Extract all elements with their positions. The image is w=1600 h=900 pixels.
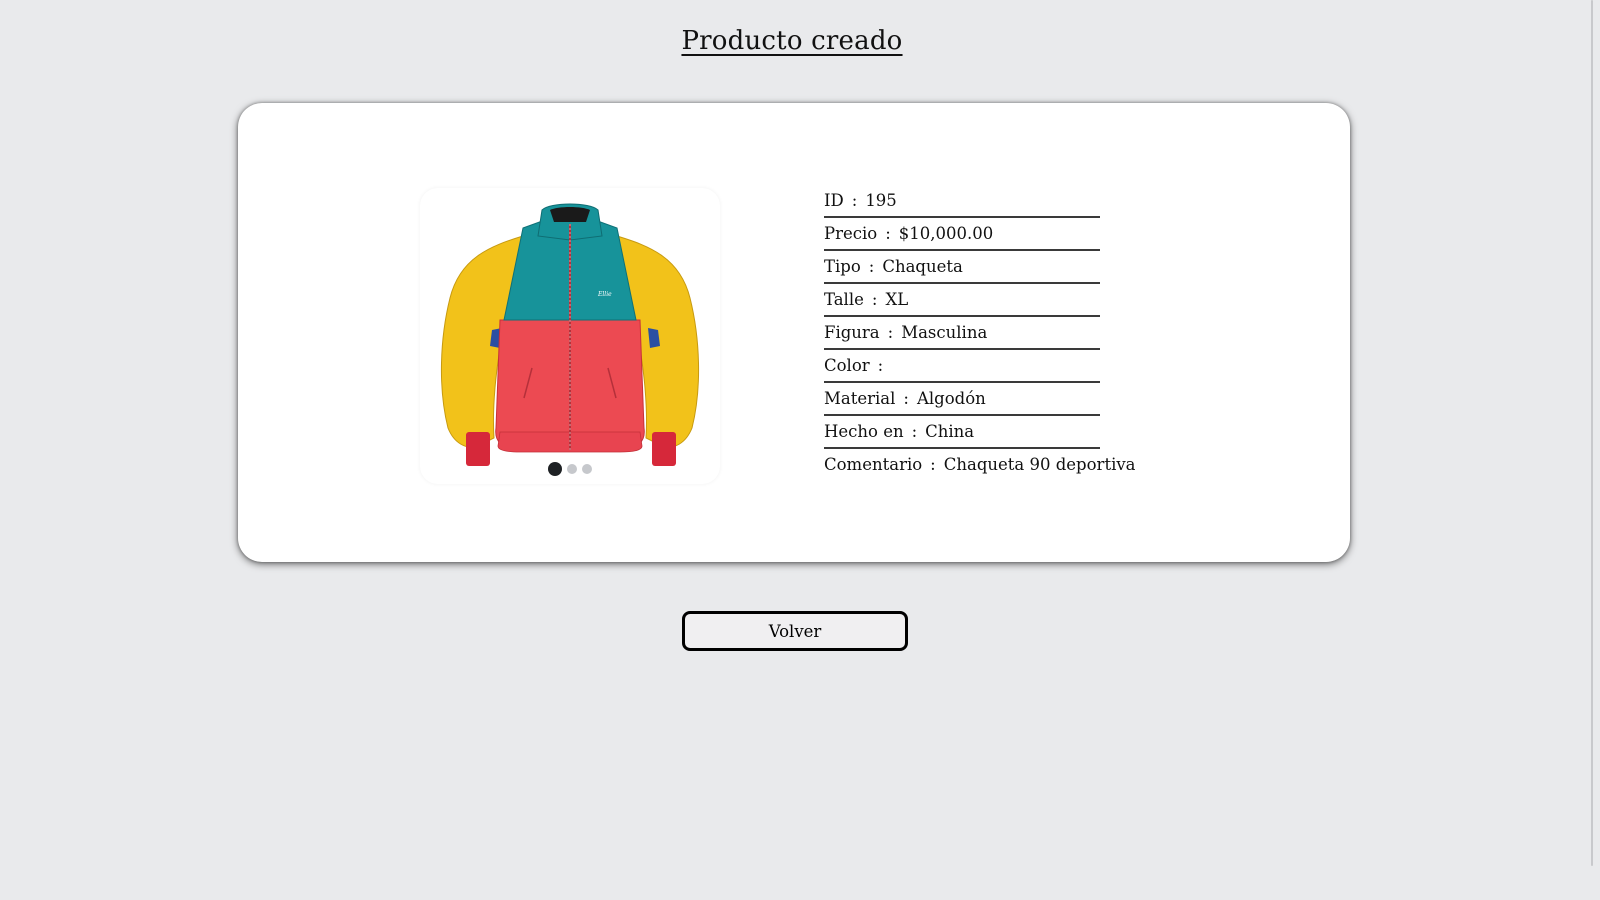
detail-separator: : xyxy=(871,290,878,309)
detail-row-color: Color: xyxy=(824,350,1100,383)
detail-separator: : xyxy=(903,389,909,408)
detail-row-tipo: Tipo: Chaqueta xyxy=(824,251,1100,284)
vertical-scrollbar[interactable] xyxy=(1584,0,1600,900)
detail-row-hecho-en: Hecho en: China xyxy=(824,416,1100,449)
detail-label: ID xyxy=(824,191,844,210)
detail-label: Talle xyxy=(824,290,864,309)
svg-text:Ellie: Ellie xyxy=(597,291,612,298)
detail-separator: : xyxy=(877,356,884,375)
detail-label: Material xyxy=(824,389,896,408)
detail-value: Algodón xyxy=(916,389,986,408)
detail-value: Chaqueta 90 deportiva xyxy=(943,455,1136,474)
detail-separator: : xyxy=(868,257,875,276)
detail-row-figura: Figura: Masculina xyxy=(824,317,1100,350)
detail-label: Tipo xyxy=(824,257,861,276)
detail-value: Masculina xyxy=(901,323,988,342)
detail-row-material: Material: Algodón xyxy=(824,383,1100,416)
detail-value: $10,000.00 xyxy=(898,224,994,243)
carousel-dot-3[interactable] xyxy=(582,464,592,474)
carousel-indicators xyxy=(420,462,720,476)
jacket-image: Ellie xyxy=(440,203,700,466)
detail-separator: : xyxy=(885,224,891,243)
detail-label: Precio xyxy=(824,224,878,243)
detail-value: XL xyxy=(885,290,909,309)
page-title: Producto creado xyxy=(681,26,903,56)
detail-row-talle: Talle: XL xyxy=(824,284,1100,317)
detail-label: Comentario xyxy=(824,455,923,474)
carousel-dot-2[interactable] xyxy=(567,464,577,474)
detail-value: China xyxy=(925,422,975,441)
detail-label: Hecho en xyxy=(824,422,904,441)
detail-value: Chaqueta xyxy=(882,257,963,276)
detail-separator: : xyxy=(887,323,894,342)
carousel-dot-1[interactable] xyxy=(548,462,562,476)
product-details: ID:195 Precio: $10,000.00 Tipo: Chaqueta T… xyxy=(824,185,1136,482)
detail-row-precio: Precio: $10,000.00 xyxy=(824,218,1100,251)
page: Producto creado Ellie ID: 195 Precio: … xyxy=(0,0,1584,900)
back-button[interactable]: Volver xyxy=(682,611,908,651)
product-image-carousel[interactable]: Ellie xyxy=(420,188,720,484)
detail-value: 195 xyxy=(865,191,897,210)
detail-row-id: ID:195 xyxy=(824,185,1100,218)
detail-row-comentario: Comentario: Chaqueta 90 deportiva xyxy=(824,449,1136,482)
scrollbar-track xyxy=(1591,0,1593,866)
detail-separator: : xyxy=(930,455,936,474)
detail-separator: : xyxy=(851,191,858,210)
product-card: Ellie ID:195 Precio: $10,000.00 Tipo: Chaq… xyxy=(238,103,1350,562)
detail-label: Color xyxy=(824,356,870,375)
detail-separator: : xyxy=(911,422,918,441)
detail-label: Figura xyxy=(824,323,880,342)
